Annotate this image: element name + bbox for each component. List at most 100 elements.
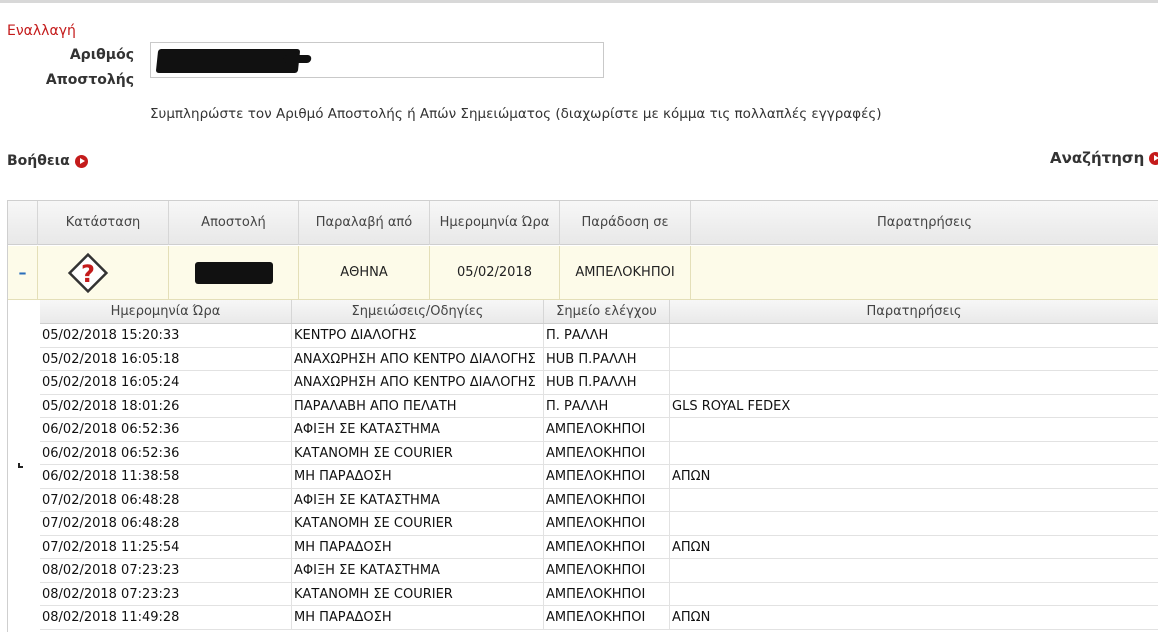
delivery-to-cell: ΑΜΠΕΛΟΚΗΠΟΙ	[560, 246, 691, 300]
history-datetime-cell: 05/02/2018 18:01:26	[40, 394, 292, 417]
history-header-remarks[interactable]: Παρατηρήσεις	[670, 300, 1158, 323]
history-remarks-cell: ΑΠΩΝ	[670, 465, 1158, 488]
status-cell: ?	[38, 246, 169, 300]
history-row[interactable]: 06/02/2018 06:52:36 ΑΦΙΞΗ ΣΕ ΚΑΤΑΣΤΗΜΑ ΑΜΠ…	[40, 418, 1158, 442]
arrow-right-circle-icon	[1149, 151, 1158, 165]
collapse-toggle[interactable]: –	[8, 246, 38, 300]
tracking-number-label-line2: Αποστολής	[45, 72, 134, 88]
history-remarks-cell	[670, 512, 1158, 535]
history-note-cell: ΚΕΝΤΡΟ ΔΙΑΛΟΓΗΣ	[292, 324, 544, 347]
history-checkpoint-cell: ΑΜΠΕΛΟΚΗΠΟΙ	[544, 512, 670, 535]
history-note-cell: ΜΗ ΠΑΡΑΔΟΣΗ	[292, 606, 544, 629]
history-remarks-cell	[670, 583, 1158, 606]
history-row[interactable]: 08/02/2018 11:49:28 ΜΗ ΠΑΡΑΔΟΣΗ ΑΜΠΕΛΟΚΗΠΟ…	[40, 606, 1158, 630]
history-header: Ημερομηνία Ώρα Σημειώσεις/Οδηγίες Σημείο…	[40, 300, 1158, 324]
shipment-number-cell[interactable]	[169, 246, 299, 300]
history-note-cell: ΚΑΤΑΝΟΜΗ ΣΕ COURIER	[292, 582, 544, 605]
header-shipment[interactable]: Αποστολή	[169, 201, 299, 245]
history-checkpoint-cell: ΑΜΠΕΛΟΚΗΠΟΙ	[544, 559, 670, 582]
redacted-value	[155, 49, 301, 73]
history-checkpoint-cell: ΑΜΠΕΛΟΚΗΠΟΙ	[544, 441, 670, 464]
history-datetime-cell: 05/02/2018 16:05:18	[40, 347, 292, 370]
history-note-cell: ΑΝΑΧΩΡΗΣΗ ΑΠΟ ΚΕΝΤΡΟ ΔΙΑΛΟΓΗΣ	[292, 347, 544, 370]
header-notes[interactable]: Παρατηρήσεις	[691, 201, 1158, 245]
arrow-right-circle-icon	[74, 154, 88, 168]
history-remarks-cell	[670, 371, 1158, 394]
history-note-cell: ΑΦΙΞΗ ΣΕ ΚΑΤΑΣΤΗΜΑ	[292, 559, 544, 582]
history-row[interactable]: 06/02/2018 11:38:58 ΜΗ ΠΑΡΑΔΟΣΗ ΑΜΠΕΛΟΚΗΠΟ…	[40, 465, 1158, 489]
tree-connector-icon	[18, 463, 23, 468]
history-checkpoint-cell: HUB Π.ΡΑΛΛΗ	[544, 371, 670, 394]
history-note-cell: ΚΑΤΑΝΟΜΗ ΣΕ COURIER	[292, 512, 544, 535]
history-note-cell: ΠΑΡΑΛΑΒΗ ΑΠΟ ΠΕΛΑΤΗ	[292, 394, 544, 417]
history-row[interactable]: 07/02/2018 06:48:28 ΚΑΤΑΝΟΜΗ ΣΕ COURIER ΑΜ…	[40, 512, 1158, 536]
history-remarks-cell	[670, 442, 1158, 465]
history-checkpoint-cell: ΑΜΠΕΛΟΚΗΠΟΙ	[544, 606, 670, 629]
history-checkpoint-cell: Π. ΡΑΛΛΗ	[544, 324, 670, 347]
header-pickup-from[interactable]: Παραλαβή από	[299, 201, 430, 245]
history-row[interactable]: 05/02/2018 18:01:26 ΠΑΡΑΛΑΒΗ ΑΠΟ ΠΕΛΑΤΗ Π.…	[40, 394, 1158, 418]
pickup-from-cell: ΑΘΗΝΑ	[299, 246, 430, 300]
history-checkpoint-cell: ΑΜΠΕΛΟΚΗΠΟΙ	[544, 582, 670, 605]
history-note-cell: ΑΦΙΞΗ ΣΕ ΚΑΤΑΣΤΗΜΑ	[292, 418, 544, 441]
history-datetime-cell: 06/02/2018 11:38:58	[40, 465, 292, 488]
notes-cell	[691, 246, 1158, 300]
history-header-checkpoint[interactable]: Σημείο ελέγχου	[544, 300, 670, 323]
history-datetime-cell: 05/02/2018 15:20:33	[40, 324, 292, 347]
history-note-cell: ΜΗ ΠΑΡΑΔΟΣΗ	[292, 535, 544, 558]
tracking-number-input[interactable]	[150, 42, 604, 78]
history-remarks-cell	[670, 324, 1158, 347]
help-link[interactable]: Βοήθεια	[7, 153, 88, 169]
history-checkpoint-cell: ΑΜΠΕΛΟΚΗΠΟΙ	[544, 465, 670, 488]
expander-header	[8, 201, 38, 245]
history-datetime-cell: 07/02/2018 11:25:54	[40, 535, 292, 558]
history-checkpoint-cell: HUB Π.ΡΑΛΛΗ	[544, 347, 670, 370]
history-datetime-cell: 07/02/2018 06:48:28	[40, 488, 292, 511]
tracking-history-table: Ημερομηνία Ώρα Σημειώσεις/Οδηγίες Σημείο…	[40, 300, 1158, 630]
history-row[interactable]: 05/02/2018 15:20:33 ΚΕΝΤΡΟ ΔΙΑΛΟΓΗΣ Π. ΡΑΛ…	[40, 324, 1158, 348]
history-datetime-cell: 06/02/2018 06:52:36	[40, 418, 292, 441]
history-row[interactable]: 07/02/2018 06:48:28 ΑΦΙΞΗ ΣΕ ΚΑΤΑΣΤΗΜΑ ΑΜΠ…	[40, 488, 1158, 512]
history-body: 05/02/2018 15:20:33 ΚΕΝΤΡΟ ΔΙΑΛΟΓΗΣ Π. ΡΑΛ…	[40, 324, 1158, 630]
redacted-shipment-number	[194, 261, 273, 284]
question-diamond-icon: ?	[67, 252, 109, 294]
history-row[interactable]: 05/02/2018 16:05:18 ΑΝΑΧΩΡΗΣΗ ΑΠΟ ΚΕΝΤΡΟ …	[40, 347, 1158, 371]
history-note-cell: ΑΝΑΧΩΡΗΣΗ ΑΠΟ ΚΕΝΤΡΟ ΔΙΑΛΟΓΗΣ	[292, 371, 544, 394]
history-note-cell: ΜΗ ΠΑΡΑΔΟΣΗ	[292, 465, 544, 488]
history-note-cell: ΚΑΤΑΝΟΜΗ ΣΕ COURIER	[292, 441, 544, 464]
history-datetime-cell: 06/02/2018 06:52:36	[40, 441, 292, 464]
history-header-datetime[interactable]: Ημερομηνία Ώρα	[40, 300, 292, 323]
history-header-notes-instructions[interactable]: Σημειώσεις/Οδηγίες	[292, 300, 544, 323]
history-remarks-cell	[670, 489, 1158, 512]
date-cell: 05/02/2018	[430, 246, 560, 300]
history-datetime-cell: 08/02/2018 07:23:23	[40, 582, 292, 605]
history-remarks-cell: ΑΠΩΝ	[670, 536, 1158, 559]
history-note-cell: ΑΦΙΞΗ ΣΕ ΚΑΤΑΣΤΗΜΑ	[292, 488, 544, 511]
header-datetime[interactable]: Ημερομηνία Ώρα	[430, 201, 560, 245]
history-row[interactable]: 08/02/2018 07:23:23 ΚΑΤΑΝΟΜΗ ΣΕ COURIER ΑΜ…	[40, 582, 1158, 606]
history-datetime-cell: 08/02/2018 07:23:23	[40, 559, 292, 582]
shipment-row[interactable]: – ? ΑΘΗΝΑ 05/02/2018 ΑΜΠΕΛΟΚΗΠΟΙ	[8, 246, 1158, 300]
history-remarks-cell: ΑΠΩΝ	[670, 606, 1158, 629]
svg-text:?: ?	[81, 260, 95, 288]
history-datetime-cell: 07/02/2018 06:48:28	[40, 512, 292, 535]
history-remarks-cell	[670, 418, 1158, 441]
header-delivery-to[interactable]: Παράδοση σε	[560, 201, 691, 245]
history-checkpoint-cell: ΑΜΠΕΛΟΚΗΠΟΙ	[544, 488, 670, 511]
history-row[interactable]: 06/02/2018 06:52:36 ΚΑΤΑΝΟΜΗ ΣΕ COURIER ΑΜ…	[40, 441, 1158, 465]
history-checkpoint-cell: Π. ΡΑΛΛΗ	[544, 394, 670, 417]
toggle-link[interactable]: Εναλλαγή	[7, 23, 76, 39]
history-remarks-cell	[670, 348, 1158, 371]
header-status[interactable]: Κατάσταση	[38, 201, 169, 245]
help-label: Βοήθεια	[7, 153, 70, 169]
history-row[interactable]: 07/02/2018 11:25:54 ΜΗ ΠΑΡΑΔΟΣΗ ΑΜΠΕΛΟΚΗΠΟ…	[40, 535, 1158, 559]
history-remarks-cell	[670, 559, 1158, 582]
search-label: Αναζήτηση	[1050, 149, 1145, 167]
tracking-number-label-line1: Αριθμός	[69, 47, 134, 63]
history-row[interactable]: 08/02/2018 07:23:23 ΑΦΙΞΗ ΣΕ ΚΑΤΑΣΤΗΜΑ ΑΜΠ…	[40, 559, 1158, 583]
history-row[interactable]: 05/02/2018 16:05:24 ΑΝΑΧΩΡΗΣΗ ΑΠΟ ΚΕΝΤΡΟ …	[40, 371, 1158, 395]
shipment-grid-header: Κατάσταση Αποστολή Παραλαβή από Ημερομην…	[8, 201, 1158, 245]
search-button[interactable]: Αναζήτηση	[1050, 149, 1158, 167]
top-divider	[0, 0, 1158, 3]
history-checkpoint-cell: ΑΜΠΕΛΟΚΗΠΟΙ	[544, 418, 670, 441]
